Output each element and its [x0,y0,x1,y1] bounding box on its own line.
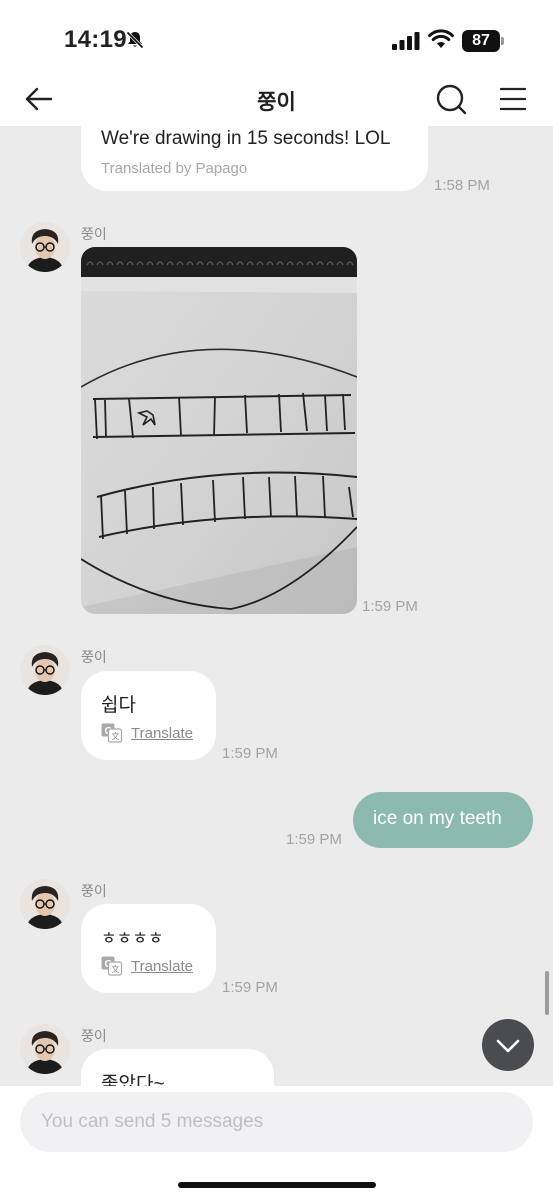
message-composer [0,1086,553,1200]
incoming-message-bubble[interactable]: We're drawing in 15 seconds! LOL Transla… [81,126,428,191]
wifi-icon [428,29,454,48]
battery-cap [501,37,504,45]
message-photo[interactable] [81,247,357,614]
message-timestamp: 1:59 PM [362,598,418,615]
chat-message-list[interactable]: We're drawing in 15 seconds! LOL Transla… [0,126,553,1086]
svg-text:文: 文 [112,964,120,974]
sender-name: 쭝이 [81,226,107,242]
avatar-image [20,1024,70,1074]
message-timestamp: 1:59 PM [286,831,342,848]
signal-icon [392,32,420,50]
message-timestamp: 1:58 PM [434,177,490,194]
incoming-message-bubble[interactable]: ㅎㅎㅎㅎ G 文 Translate [81,904,216,993]
avatar[interactable] [20,879,70,929]
translate-link[interactable]: Translate [131,958,193,975]
avatar-image [20,879,70,929]
message-text: ㅎㅎㅎㅎ [101,929,164,948]
avatar-image [20,645,70,695]
message-text: 쉽다 [101,695,136,716]
translate-link[interactable]: Translate [131,725,193,742]
outgoing-message-bubble[interactable]: ice on my teeth [353,792,533,848]
bell-slash-icon [126,31,144,49]
photo-image [81,247,357,614]
status-time: 14:19 [64,26,127,53]
translate-icon[interactable]: G 文 [101,956,123,976]
message-timestamp: 1:59 PM [222,979,278,996]
incoming-message-bubble[interactable]: 쉽다 G 文 Translate [81,671,216,760]
search-icon[interactable] [434,82,468,116]
avatar-image [20,222,70,272]
status-bar: 14:19 87 [0,0,553,72]
message-input[interactable] [20,1092,533,1152]
battery-level: 87 [462,30,500,52]
battery-icon: 87 [462,30,504,52]
scrollbar[interactable] [545,971,549,1015]
message-text: We're drawing in 15 seconds! LOL [101,128,391,149]
chat-header: 쭝이 [0,72,553,126]
message-text: 좋았다~ [101,1074,165,1086]
avatar[interactable] [20,645,70,695]
translate-icon[interactable]: G 文 [101,723,123,743]
chevron-down-icon [496,1039,520,1053]
sender-name: 쭝이 [81,883,107,899]
message-text: ice on my teeth [373,808,502,829]
avatar[interactable] [20,1024,70,1074]
svg-text:文: 文 [112,731,120,741]
avatar[interactable] [20,222,70,272]
menu-icon[interactable] [497,84,529,114]
sender-name: 쭝이 [81,1028,107,1044]
translated-by-label: Translated by Papago [101,160,248,177]
message-timestamp: 1:59 PM [222,745,278,762]
scroll-to-bottom-button[interactable] [482,1019,534,1071]
chat-title: 쭝이 [257,91,296,114]
home-indicator [178,1182,376,1188]
incoming-message-bubble[interactable]: 좋았다~ [81,1049,274,1086]
sender-name: 쭝이 [81,649,107,665]
